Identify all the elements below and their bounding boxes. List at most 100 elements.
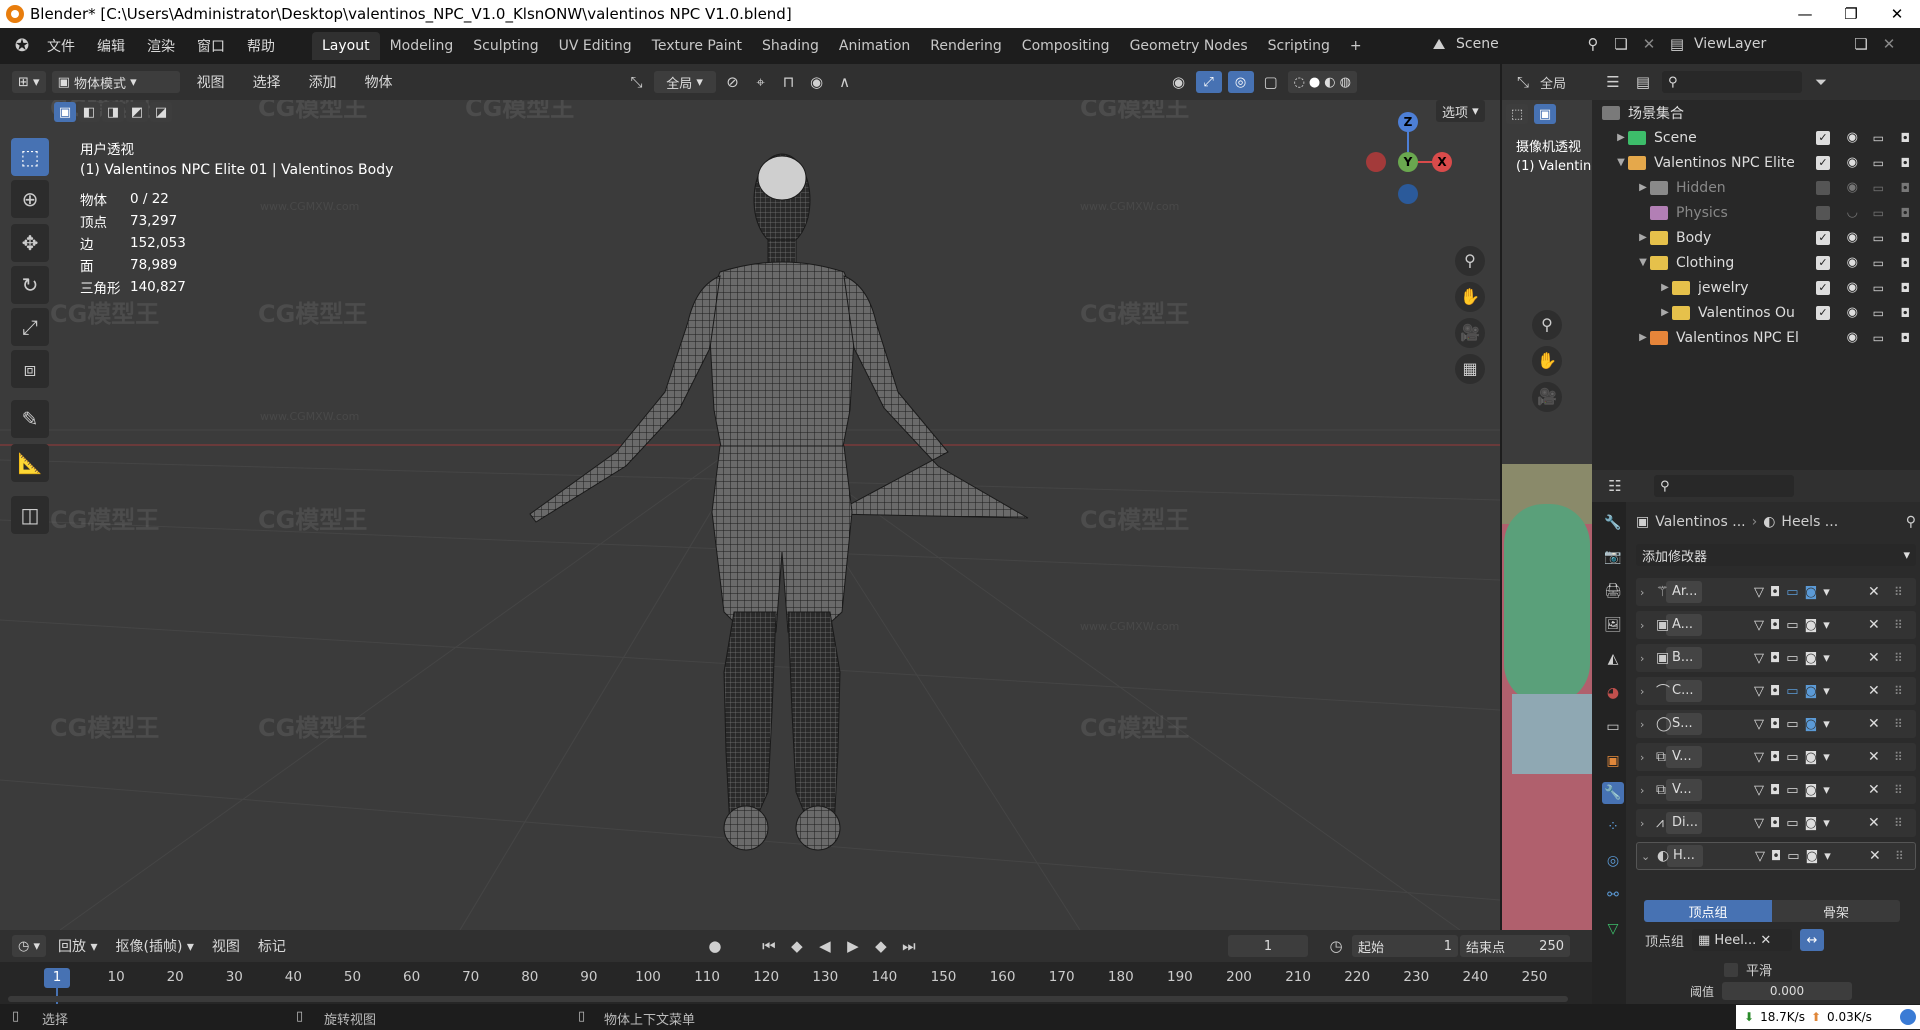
menu-edit[interactable]: 编辑: [86, 36, 136, 56]
filter-icon[interactable]: ⏷: [1810, 71, 1832, 93]
view-layer-name[interactable]: ViewLayer: [1694, 36, 1844, 52]
add-cube-tool-icon[interactable]: ◫: [11, 496, 49, 534]
editmode-icon[interactable]: ◘: [1770, 618, 1780, 633]
render-toggle-icon[interactable]: ◙: [1805, 816, 1818, 831]
modifier-row[interactable]: › ⌒ C... ▽ ◘ ▭ ◙ ▾ ✕ ⠿: [1636, 677, 1916, 705]
modifier-name[interactable]: Ar...: [1666, 581, 1702, 603]
snap-icon[interactable]: ⌖: [750, 71, 772, 93]
timeline-editor-icon[interactable]: ◷ ▾: [12, 935, 47, 957]
tab-rendering[interactable]: Rendering: [920, 32, 1012, 60]
modifier-name[interactable]: C...: [1666, 680, 1702, 702]
render-toggle-icon[interactable]: ◙: [1805, 783, 1818, 798]
new-view-layer-icon[interactable]: ❏: [1850, 33, 1872, 55]
xray-icon[interactable]: ▢: [1260, 71, 1282, 93]
eye-icon[interactable]: ◉: [1847, 230, 1858, 245]
menu-add[interactable]: 添加: [298, 72, 348, 92]
delete-scene-icon[interactable]: ✕: [1638, 33, 1660, 55]
tab-compositing[interactable]: Compositing: [1012, 32, 1120, 60]
blender-menu-icon[interactable]: ✪: [8, 35, 36, 57]
display-mode-icon[interactable]: ▤: [1632, 71, 1654, 93]
select-extend-icon[interactable]: ◧: [78, 102, 100, 122]
render-camera-icon[interactable]: ◘: [1901, 256, 1911, 270]
tab-geometry-nodes[interactable]: Geometry Nodes: [1120, 32, 1258, 60]
eye-icon[interactable]: ◉: [1847, 130, 1858, 145]
pivot-icon[interactable]: ⊘: [722, 71, 744, 93]
pan-hand-icon[interactable]: ✋: [1455, 282, 1485, 312]
tool-tab-icon[interactable]: 🔧: [1602, 512, 1624, 534]
modifier-row[interactable]: › ▣ A... ▽ ◘ ▭ ◙ ▾ ✕ ⠿: [1636, 611, 1916, 639]
modifier-name[interactable]: V...: [1666, 779, 1702, 801]
object-tab-icon[interactable]: ▣: [1602, 750, 1624, 772]
drag-handle-icon[interactable]: ⠿: [1894, 816, 1903, 830]
editmode-icon[interactable]: ◘: [1770, 585, 1780, 600]
viewport-toggle-icon[interactable]: ▭: [1786, 750, 1798, 765]
smooth-checkbox[interactable]: [1724, 962, 1738, 977]
render-camera-icon[interactable]: ◘: [1901, 281, 1911, 295]
expand-arrow-icon[interactable]: ›: [1640, 817, 1644, 830]
edit-cage-icon[interactable]: ▽: [1754, 783, 1764, 798]
editmode-icon[interactable]: ◘: [1770, 816, 1780, 831]
camera-viewport[interactable]: ⤡ 全局 ⬚ ▣ 摄像机透视 (1) Valentinos ⚲ ✋ 🎥: [1500, 64, 1592, 930]
outliner-item[interactable]: ▶ Body ✓ ◉ ▭ ◘: [1592, 225, 1920, 250]
monitor-icon[interactable]: ▭: [1873, 231, 1884, 245]
menu-object[interactable]: 物体: [354, 72, 404, 92]
editmode-icon[interactable]: ◘: [1770, 750, 1780, 765]
transform-orientation-icon[interactable]: ⤡: [626, 71, 648, 93]
camera-view-icon[interactable]: 🎥: [1455, 318, 1485, 348]
drag-handle-icon[interactable]: ⠿: [1894, 783, 1903, 797]
pin-icon[interactable]: ⚲: [1906, 514, 1916, 530]
falloff-icon[interactable]: ∧: [834, 71, 856, 93]
visibility-icon[interactable]: ◉: [1168, 71, 1190, 93]
outliner-item[interactable]: Physics ◡ ▭ ◘: [1592, 200, 1920, 225]
menu-render[interactable]: 渲染: [136, 36, 186, 56]
maximize-button[interactable]: ❐: [1828, 0, 1874, 28]
outliner-item[interactable]: ▼ Valentinos NPC Elite 0 ✓ ◉ ▭ ◘: [1592, 150, 1920, 175]
play-reverse-icon[interactable]: ◀: [814, 935, 836, 957]
tab-animation[interactable]: Animation: [829, 32, 920, 60]
snap-target-icon[interactable]: ⊓: [778, 71, 800, 93]
render-toggle-icon[interactable]: ◙: [1805, 651, 1818, 666]
navigation-gizmo[interactable]: Z X Y: [1350, 108, 1470, 208]
collection-tab-icon[interactable]: ▭: [1602, 716, 1624, 738]
outliner-search[interactable]: ⚲: [1662, 71, 1802, 93]
remove-modifier-icon[interactable]: ✕: [1868, 584, 1880, 600]
chevron-down-icon[interactable]: ▾: [1823, 750, 1830, 765]
menu-window[interactable]: 窗口: [186, 36, 236, 56]
remove-modifier-icon[interactable]: ✕: [1868, 749, 1880, 765]
tab-vertex-group[interactable]: 顶点组: [1644, 900, 1772, 922]
viewport-toggle-icon[interactable]: ▭: [1786, 783, 1798, 798]
edit-cage-icon[interactable]: ▽: [1754, 750, 1764, 765]
breadcrumb-object[interactable]: Valentinos ...: [1655, 514, 1745, 530]
timeline-track[interactable]: 1 10 20 30 40 50 60 70 80 90 100 110 120 130 140 150 160…: [0, 962, 1592, 1004]
outliner-item[interactable]: ▶ jewelry ✓ ◉ ▭ ◘: [1592, 275, 1920, 300]
jump-end-icon[interactable]: ⏭: [898, 935, 920, 957]
remove-modifier-icon[interactable]: ✕: [1868, 782, 1880, 798]
gizmo-neg-x-axis[interactable]: [1366, 152, 1386, 172]
render-toggle-icon[interactable]: ◙: [1805, 750, 1818, 765]
chevron-down-icon[interactable]: ▾: [1823, 651, 1830, 666]
modifier-row-active[interactable]: ⌄ ◐ H... ▽ ◘ ▭ ◙ ▾ ✕ ⠿: [1636, 842, 1916, 870]
modifier-name[interactable]: B...: [1666, 647, 1702, 669]
tab-sculpting[interactable]: Sculpting: [463, 32, 548, 60]
render-tab-icon[interactable]: 📷: [1602, 546, 1624, 568]
viewport-toggle-icon[interactable]: ▭: [1786, 618, 1798, 633]
tab-shading[interactable]: Shading: [752, 32, 829, 60]
threshold-field[interactable]: 0.000: [1722, 982, 1852, 1000]
start-frame-field[interactable]: 起始 1: [1352, 935, 1458, 957]
exclude-checkbox[interactable]: [1816, 180, 1830, 195]
invert-vertex-group-icon[interactable]: ↔: [1800, 929, 1824, 951]
prev-keyframe-icon[interactable]: ◆: [786, 935, 808, 957]
edit-cage-icon[interactable]: ▽: [1754, 585, 1764, 600]
output-tab-icon[interactable]: 🖨: [1602, 580, 1624, 602]
render-camera-icon[interactable]: ◘: [1901, 181, 1911, 195]
exclude-checkbox[interactable]: [1816, 205, 1830, 220]
end-frame-field[interactable]: 结束点 250: [1460, 935, 1570, 957]
render-toggle-icon[interactable]: ◙: [1805, 684, 1818, 699]
viewport-toggle-icon[interactable]: ▭: [1786, 816, 1798, 831]
menu-keying[interactable]: 抠像(插帧) ▾: [110, 936, 200, 956]
chevron-down-icon[interactable]: ▾: [1823, 618, 1830, 633]
menu-timeline-view[interactable]: 视图: [206, 936, 246, 956]
render-camera-icon[interactable]: ◘: [1901, 156, 1911, 170]
editor-type-button[interactable]: ⊞ ▾: [12, 71, 46, 93]
menu-select[interactable]: 选择: [242, 72, 292, 92]
